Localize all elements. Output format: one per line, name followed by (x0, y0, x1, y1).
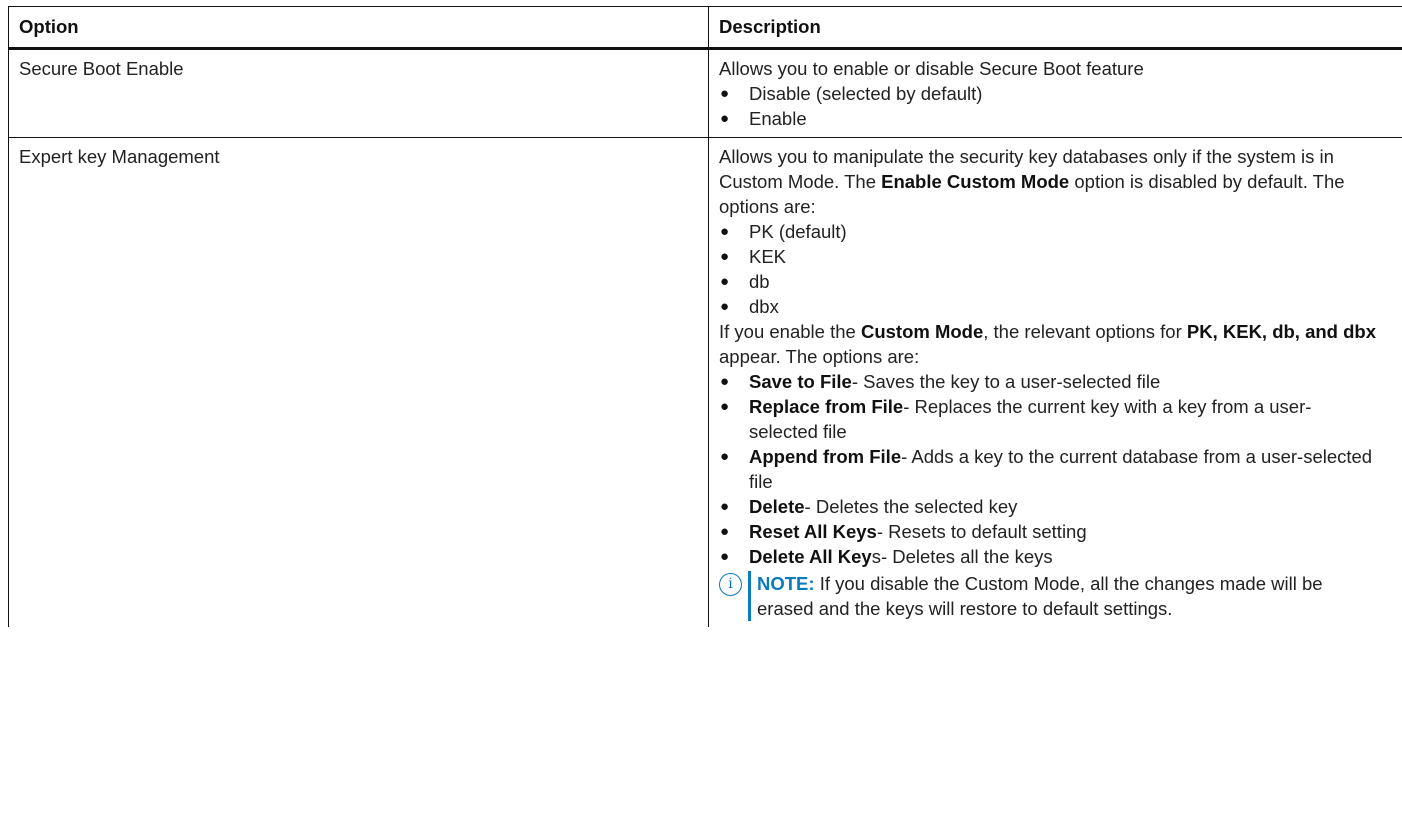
description-text: Allows you to enable or disable Secure B… (719, 58, 1144, 79)
bullet-icon: ● (720, 498, 730, 515)
option-name: Expert key Management (8, 137, 709, 627)
bullet-icon: ● (720, 373, 730, 390)
option-description: Allows you to enable or disable Secure B… (708, 48, 1402, 138)
bullet-icon: ● (720, 548, 730, 565)
custom-mode-text: If you enable the Custom Mode, the relev… (719, 321, 1377, 367)
bullet-icon: ● (720, 273, 730, 290)
list-item: ● Replace from File- Replaces the current… (720, 396, 1312, 442)
note-callout: i NOTE: If you disable the Custom Mode, … (719, 571, 1380, 621)
options-table: Option Description Secure Boot Enable Al… (8, 6, 1402, 627)
list-item: ● KEK (720, 246, 787, 267)
note-body: NOTE: If you disable the Custom Mode, al… (748, 571, 1380, 621)
note-text: If you disable the Custom Mode, all the … (757, 573, 1323, 619)
bullet-icon: ● (720, 398, 730, 415)
value-list: ● Disable (selected by default) ● Enable (719, 81, 1380, 131)
option-description: Allows you to manipulate the security ke… (708, 137, 1402, 627)
bullet-icon: ● (720, 523, 730, 540)
header-row: Option Description (8, 6, 1402, 50)
table-row: Secure Boot Enable Allows you to enable … (8, 48, 1402, 138)
list-item: ● dbx (720, 296, 779, 317)
description-text: Allows you to manipulate the security ke… (719, 146, 1345, 217)
list-item: ● Append from File- Adds a key to the cur… (720, 446, 1373, 492)
list-item: ● Disable (selected by default) (720, 83, 983, 104)
bullet-icon: ● (720, 298, 730, 315)
option-name: Secure Boot Enable (8, 48, 709, 138)
bullet-icon: ● (720, 85, 730, 102)
list-item: ● PK (default) (720, 221, 847, 242)
column-header-description: Description (708, 6, 1402, 50)
note-label: NOTE: (757, 573, 815, 594)
list-item: ● Enable (720, 108, 807, 129)
list-item: ● db (720, 271, 770, 292)
list-item: ● Delete- Deletes the selected key (720, 496, 1018, 517)
list-item: ● Save to File- Saves the key to a user-s… (720, 371, 1161, 392)
bullet-icon: ● (720, 110, 730, 127)
table-row: Expert key Management Allows you to mani… (8, 137, 1402, 627)
list-item: ● Delete All Keys- Deletes all the keys (720, 546, 1053, 567)
custom-mode-action-list: ● Save to File- Saves the key to a user-s… (719, 369, 1380, 569)
bullet-icon: ● (720, 248, 730, 265)
bullet-icon: ● (720, 223, 730, 240)
column-header-option: Option (8, 6, 709, 50)
info-circle-icon: i (719, 573, 742, 596)
key-database-list: ● PK (default) ● KEK ● db ● dbx (719, 219, 1380, 319)
bullet-icon: ● (720, 448, 730, 465)
list-item: ● Reset All Keys- Resets to default setti… (720, 521, 1087, 542)
